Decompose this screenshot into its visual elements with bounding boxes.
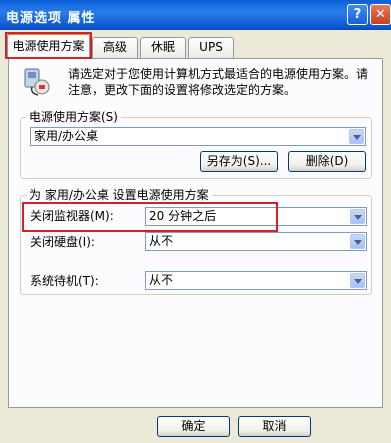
title-bar: 电源选项 属性 ? ✕: [0, 0, 391, 30]
chevron-down-icon[interactable]: [350, 209, 365, 224]
active-tab-highlight: [5, 32, 92, 59]
scheme-select[interactable]: 家用/办公桌: [30, 127, 366, 146]
ok-button[interactable]: 确定: [157, 416, 230, 437]
hard-disk-off-value: 从不: [149, 234, 174, 248]
close-button[interactable]: ✕: [370, 4, 391, 25]
tab-hibernate[interactable]: 休眠: [140, 37, 186, 58]
delete-button[interactable]: 删除(D): [288, 151, 366, 172]
monitor-highlight: [22, 202, 278, 232]
standby-label: 系统待机(T):: [30, 274, 99, 288]
help-button[interactable]: ?: [347, 4, 368, 25]
scheme-select-value: 家用/办公桌: [34, 129, 99, 143]
tab-ups[interactable]: UPS: [188, 37, 234, 58]
hard-disk-off-label: 关闭硬盘(I):: [30, 235, 95, 249]
cancel-button[interactable]: 取消: [238, 416, 311, 437]
standby-select[interactable]: 从不: [145, 271, 367, 290]
window-title: 电源选项 属性: [6, 11, 96, 26]
chevron-down-icon[interactable]: [350, 234, 365, 249]
settings-group-legend: 为 家用/办公桌 设置电源使用方案: [26, 188, 212, 202]
standby-value: 从不: [149, 273, 174, 287]
save-as-button[interactable]: 另存为(S)...: [200, 151, 278, 172]
power-plug-icon: [24, 68, 50, 96]
chevron-down-icon[interactable]: [350, 273, 365, 288]
scheme-group-legend: 电源使用方案(S): [26, 110, 121, 124]
intro-text: 请选定对于您使用计算机方式最适合的电源使用方案。请注意，更改下面的设置将修改选定…: [68, 67, 369, 97]
tab-advanced[interactable]: 高级: [92, 37, 138, 58]
hard-disk-off-select[interactable]: 从不: [145, 232, 367, 251]
chevron-down-icon[interactable]: [349, 129, 364, 144]
